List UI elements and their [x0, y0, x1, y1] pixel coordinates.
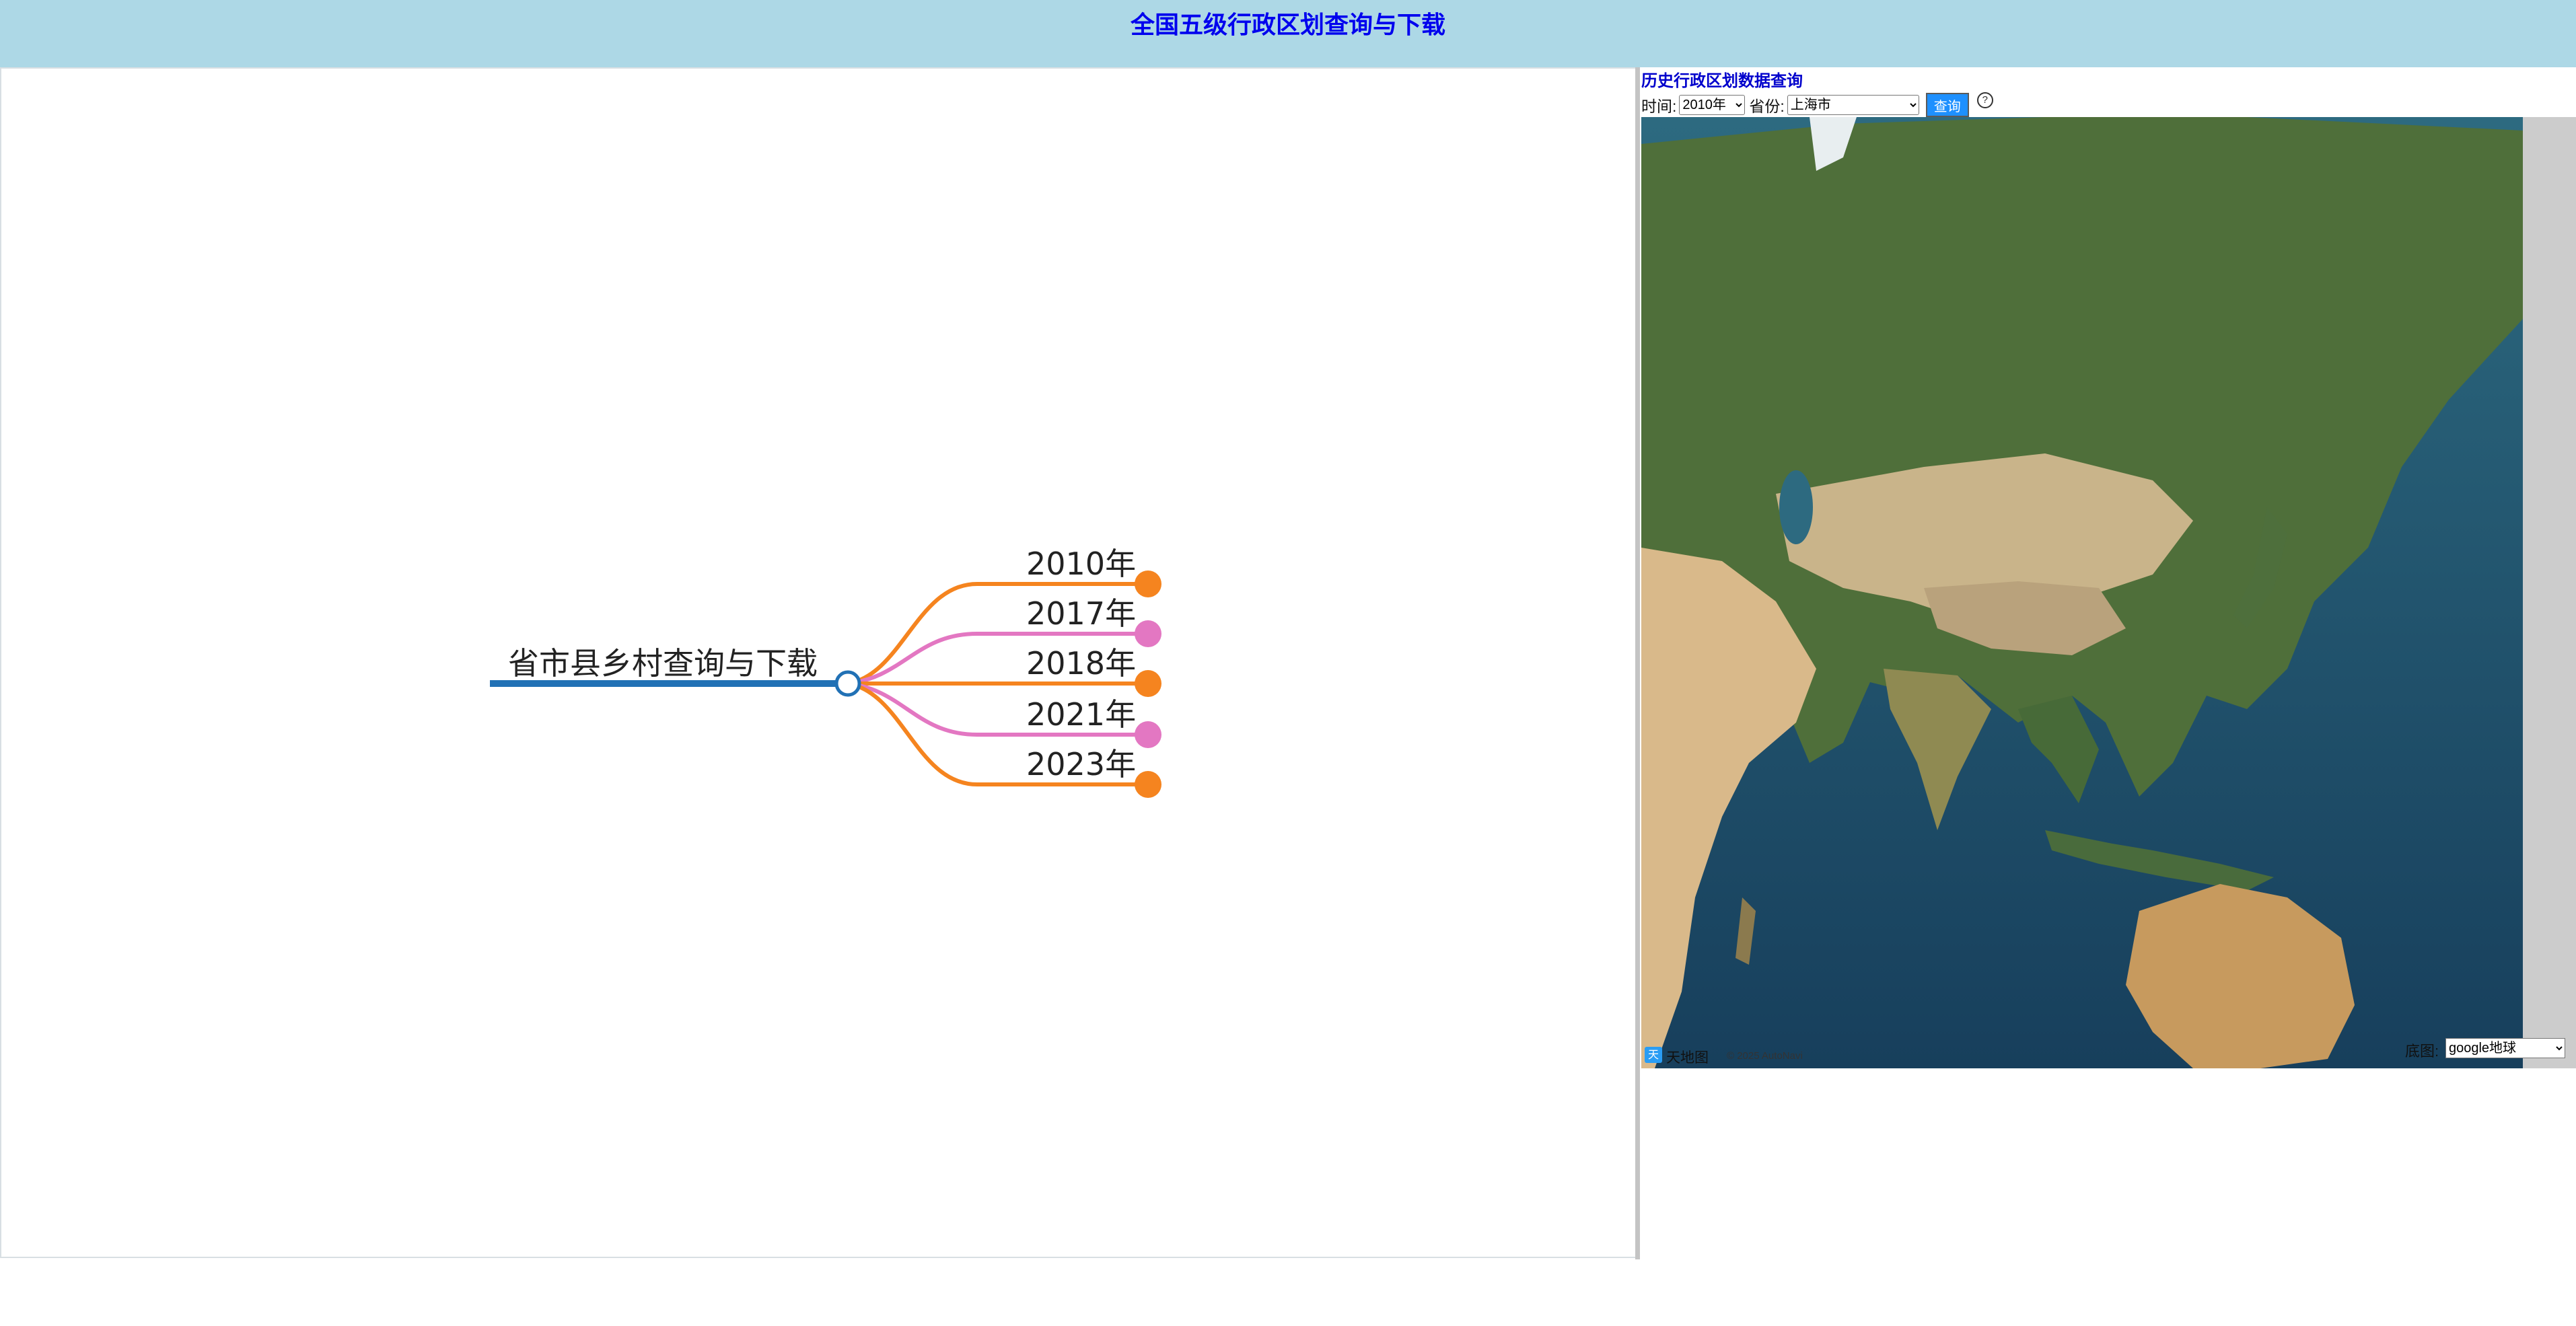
mindmap-node-2018[interactable]	[1135, 670, 1161, 697]
mindmap-node-2010[interactable]	[1135, 570, 1161, 597]
caspian-sea	[1779, 470, 1813, 544]
mindmap-branch-label[interactable]: 2018年	[1026, 645, 1136, 682]
question-circle-icon[interactable]: ?	[1976, 92, 1993, 108]
page-title: 全国五级行政区划查询与下载	[1130, 11, 1445, 38]
panel-divider[interactable]	[1635, 67, 1640, 1259]
mindmap-root-label[interactable]: 省市县乡村查询与下载	[508, 645, 818, 682]
header-bar: 全国五级行政区划查询与下载	[0, 0, 2576, 67]
mindmap-root-node[interactable]	[834, 670, 861, 697]
mindmap-canvas: 省市县乡村查询与下载 2010年 2017年 2018年 2021年 2023年	[490, 546, 1161, 798]
query-controls: 时间: 2010年 省份: 上海市 查询 ?	[1641, 92, 1993, 117]
map-imagery	[1641, 117, 2523, 1068]
province-select[interactable]: 上海市	[1787, 95, 1919, 115]
basemap-label: 底图:	[2405, 1043, 2439, 1060]
mindmap-node-2021[interactable]	[1135, 721, 1161, 748]
mindmap-panel: 省市县乡村查询与下载 2010年 2017年 2018年 2021年 2023年	[0, 67, 1635, 1258]
map-copyright: © 2025 AutoNavi	[1727, 1050, 1803, 1062]
mindmap-branch-label[interactable]: 2021年	[1026, 696, 1136, 733]
mindmap-branch-label[interactable]: 2023年	[1026, 746, 1136, 782]
mindmap-node-2023[interactable]	[1135, 771, 1161, 798]
mindmap-branch-label[interactable]: 2010年	[1026, 546, 1136, 582]
map-provider[interactable]: 天地图	[1666, 1047, 1709, 1067]
year-select[interactable]: 2010年	[1679, 95, 1746, 115]
map-scroll-gutter[interactable]	[2523, 117, 2576, 1068]
basemap-select[interactable]: google地球	[2445, 1038, 2565, 1058]
province-label: 省份:	[1749, 98, 1785, 115]
time-label: 时间:	[1641, 98, 1677, 115]
tianditu-logo: 天	[1645, 1047, 1662, 1063]
mindmap-node-2017[interactable]	[1135, 620, 1161, 647]
history-query-title: 历史行政区划数据查询	[1641, 72, 1803, 90]
mindmap-branch-label[interactable]: 2017年	[1026, 595, 1136, 632]
query-button[interactable]: 查询	[1925, 93, 1969, 117]
satellite-map[interactable]	[1641, 117, 2523, 1068]
